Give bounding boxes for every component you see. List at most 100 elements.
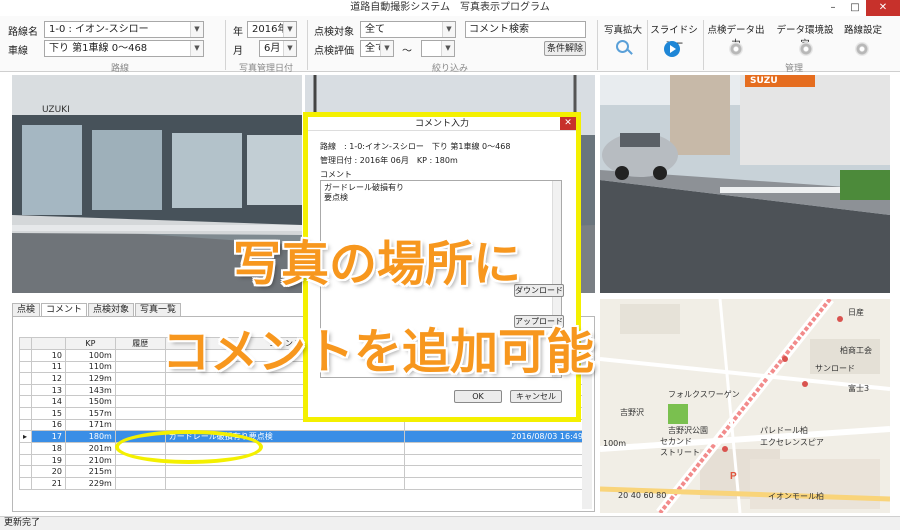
row-kp: 210m [64, 453, 116, 467]
inspect-target-value: 全て [365, 24, 385, 35]
row-kp: 157m [64, 406, 116, 420]
table-row[interactable]: 19 210m [19, 453, 587, 467]
dialog-title: コメント入力 [308, 117, 576, 131]
group-route-label: 路線 [110, 64, 129, 74]
comment-search-input[interactable]: コメント検索 [465, 21, 586, 38]
row-number: 15 [30, 406, 66, 420]
route-settings-label: 路線設定 [843, 25, 882, 36]
chevron-down-icon: ▼ [283, 22, 296, 37]
row-kp: 229m [64, 476, 116, 490]
route-select-value: 1-0 : イオン-スシロー [49, 24, 149, 35]
comment-text-line: ガードレール破損有り [324, 183, 404, 192]
row-kp: 150m [64, 395, 116, 408]
row-date [404, 476, 587, 490]
row-marker [19, 395, 32, 408]
route-select[interactable]: 1-0 : イオン-スシロー ▼ [44, 21, 204, 38]
building-sign: SUZU [750, 76, 778, 86]
row-number: 14 [30, 395, 66, 408]
grid-header-history[interactable]: 履歴 [114, 337, 166, 350]
tab-inspection[interactable]: 点検 [12, 303, 41, 317]
table-row[interactable]: 21 229m [19, 476, 587, 490]
photo-right[interactable]: SUZU [600, 75, 890, 293]
row-marker [19, 383, 32, 397]
gear-icon[interactable] [799, 42, 813, 56]
comment-text-line: 要点検 [324, 193, 348, 202]
zoom-label: 写真拡大 [603, 25, 642, 36]
row-marker [19, 406, 32, 420]
row-history [114, 418, 166, 432]
caption-line-2: コメントを追加可能 [162, 324, 595, 380]
dialog-close-icon[interactable]: ✕ [560, 117, 576, 130]
dialog-route-line: 路線 : 1-0:イオン-スシロー 下り 第1車線 0～468 [320, 142, 511, 151]
row-date [404, 442, 587, 455]
highlight-ellipse [115, 430, 263, 464]
row-history [114, 360, 166, 374]
row-marker [19, 453, 32, 467]
chevron-down-icon: ▼ [190, 41, 203, 56]
download-button[interactable]: ダウンロード [514, 284, 564, 297]
map-label: フォルクスワーゲン [668, 390, 740, 399]
row-marker [19, 360, 32, 374]
dialog-date-line: 管理日付 : 2016年 06月 KP : 180m [320, 156, 458, 165]
row-comment [164, 465, 406, 478]
row-marker: ▸ [19, 430, 32, 444]
play-icon[interactable] [664, 41, 680, 57]
minimize-button[interactable]: – [822, 0, 844, 16]
row-kp: 180m [64, 430, 116, 444]
map-label: 柏商工会 [840, 346, 872, 355]
row-number: 13 [30, 383, 66, 397]
row-history [114, 372, 166, 385]
row-kp: 171m [64, 418, 116, 432]
ok-button[interactable]: OK [454, 390, 502, 403]
map-view[interactable]: P 日産 柏商工会 サンロード 富士3 フォルクスワーゲン 吉野沢 吉野沢公園 … [600, 299, 890, 513]
row-number: 19 [30, 453, 66, 467]
table-row-selected[interactable]: ▸ 17 180m ガードレール破損有り要点検 2016/08/03 16:49 [19, 430, 587, 444]
row-number: 20 [30, 465, 66, 478]
row-kp: 100m [64, 349, 116, 362]
map-label: イオンモール柏 [768, 492, 824, 501]
map-label: 吉野沢 [620, 408, 644, 417]
maximize-button[interactable]: □ [844, 0, 866, 16]
tab-inspect-target[interactable]: 点検対象 [88, 303, 135, 317]
gear-icon[interactable] [729, 42, 743, 56]
row-kp: 110m [64, 360, 116, 374]
tab-comment[interactable]: コメント [41, 303, 88, 317]
window-titlebar: 道路自動撮影システム 写真表示プログラム – □ ✕ [0, 0, 900, 16]
row-history [114, 465, 166, 478]
table-row[interactable]: 18 201m [19, 442, 587, 455]
row-marker [19, 349, 32, 362]
inspect-eval-select[interactable]: 全て ▼ [360, 40, 394, 57]
close-button[interactable]: ✕ [866, 0, 900, 16]
month-select[interactable]: 6月 ▼ [259, 40, 297, 57]
year-select[interactable]: 2016年 ▼ [247, 21, 297, 38]
cancel-button[interactable]: キャンセル [510, 390, 562, 403]
inspect-target-select[interactable]: 全て ▼ [360, 21, 456, 38]
inspect-eval-to-select[interactable]: ▼ [421, 40, 455, 57]
magnifier-icon[interactable] [616, 40, 629, 53]
group-filter-label: 絞り込み [431, 64, 468, 74]
map-label: 吉野沢公園 [668, 426, 708, 435]
photo-right-image [600, 75, 890, 293]
chevron-down-icon: ▼ [380, 41, 393, 56]
table-row[interactable]: 20 215m [19, 465, 587, 478]
group-manage-label: 管理 [784, 64, 803, 74]
inspect-target-label: 点検対象 [314, 27, 354, 38]
map-image: P [600, 299, 890, 513]
grid-header-kp[interactable]: KP [64, 337, 116, 350]
range-tilde: ～ [402, 46, 412, 57]
row-number: 21 [30, 476, 66, 490]
row-number: 16 [30, 418, 66, 432]
row-kp: 129m [64, 372, 116, 385]
building-sign: UZUKI [42, 105, 70, 115]
month-select-value: 6月 [264, 43, 281, 54]
gear-icon[interactable] [855, 42, 869, 56]
lane-select[interactable]: 下り 第1車線 0～468 ▼ [44, 40, 204, 57]
row-kp: 201m [64, 442, 116, 455]
route-label: 路線名 [8, 27, 38, 38]
row-history [114, 383, 166, 397]
chevron-down-icon: ▼ [441, 41, 454, 56]
row-history [114, 406, 166, 420]
map-label: エクセレンスピア [760, 438, 824, 447]
grid-header [30, 337, 66, 350]
clear-filter-button[interactable]: 条件解除 [544, 41, 586, 56]
